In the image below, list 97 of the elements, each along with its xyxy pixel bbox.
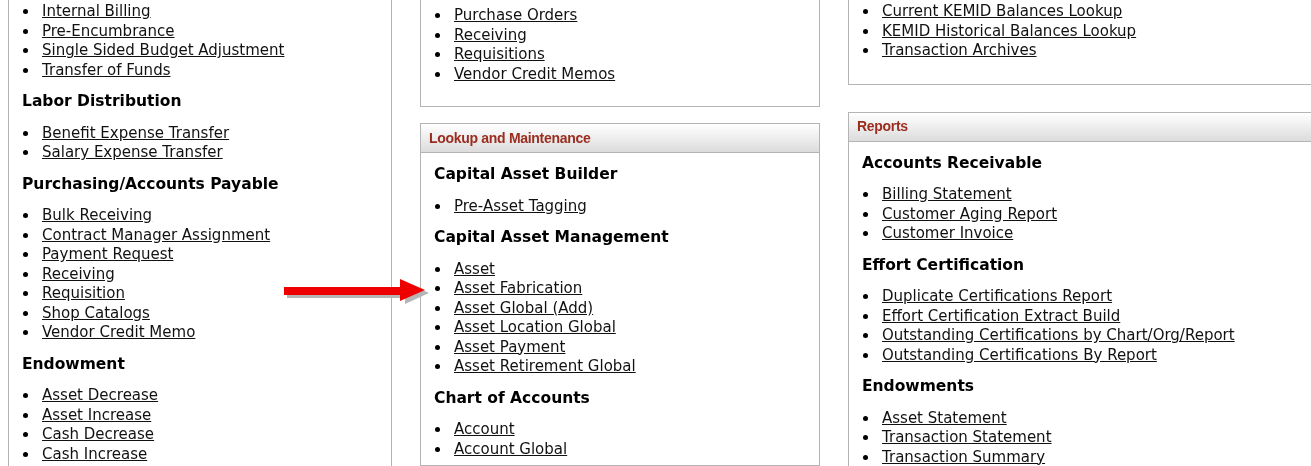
menu-link[interactable]: Current KEMID Balances Lookup	[882, 2, 1123, 22]
menu-link[interactable]: Billing Statement	[882, 185, 1012, 205]
bullet-icon	[23, 252, 28, 258]
menu-link[interactable]: Outstanding Certifications by Chart/Org/Report	[882, 326, 1235, 346]
bullet-icon	[435, 52, 440, 58]
section-heading: Effort Certification	[862, 255, 1025, 275]
menu-link[interactable]: Requisitions	[454, 45, 545, 65]
bullet-icon	[23, 393, 28, 399]
menu-link[interactable]: Asset Decrease	[42, 386, 159, 406]
menu-link[interactable]: Payment Request	[42, 245, 174, 265]
menu-link[interactable]: Duplicate Certifications Report	[882, 287, 1113, 307]
menu-link[interactable]: Salary Expense Transfer	[42, 143, 223, 163]
bullet-icon	[23, 48, 28, 54]
section-heading: Endowment	[22, 354, 125, 374]
menu-link[interactable]: Internal Billing	[42, 2, 151, 22]
menu-link[interactable]: Vendor Credit Memo	[42, 323, 196, 343]
bullet-icon	[863, 231, 868, 237]
bullet-icon	[23, 130, 28, 136]
menu-link[interactable]: Asset Payment	[454, 337, 566, 357]
bullet-icon	[863, 313, 868, 319]
menu-link[interactable]: Bulk Receiving	[42, 206, 153, 226]
menu-link[interactable]: Asset Global (Add)	[454, 298, 594, 318]
menu-link[interactable]: Asset Increase	[42, 405, 152, 425]
bullet-icon	[435, 364, 440, 370]
bullet-icon	[435, 71, 440, 77]
bullet-icon	[23, 232, 28, 238]
bullet-icon	[23, 310, 28, 316]
section-heading: Accounts Receivable	[862, 153, 1043, 173]
bullet-icon	[23, 291, 28, 297]
bullet-icon	[435, 344, 440, 350]
bullet-icon	[863, 294, 868, 300]
menu-link[interactable]: Transfer of Funds	[42, 60, 171, 80]
menu-link[interactable]: Benefit Expense Transfer	[42, 123, 230, 143]
bullet-icon	[23, 28, 28, 34]
menu-link[interactable]: Vendor Credit Memos	[454, 64, 616, 84]
menu-link[interactable]: Purchase Orders	[454, 6, 578, 26]
bullet-icon	[23, 451, 28, 457]
bullet-icon	[23, 150, 28, 156]
menu-link[interactable]: Cash Increase	[42, 444, 148, 464]
bullet-icon	[435, 446, 440, 452]
menu-link[interactable]: Asset Statement	[882, 408, 1007, 428]
menu-link[interactable]: Account	[454, 420, 515, 440]
bullet-icon	[435, 13, 440, 19]
bullet-icon	[863, 454, 868, 460]
bullet-icon	[863, 48, 868, 54]
bullet-icon	[435, 427, 440, 433]
bullet-icon	[23, 271, 28, 277]
menu-link[interactable]: Shop Catalogs	[42, 303, 150, 323]
bullet-icon	[863, 435, 868, 441]
menu-link[interactable]: Asset Fabrication	[454, 279, 583, 299]
bullet-icon	[435, 266, 440, 272]
bullet-icon	[863, 28, 868, 34]
bullet-icon	[863, 352, 868, 358]
bullet-icon	[23, 67, 28, 73]
menu-link[interactable]: Customer Invoice	[882, 224, 1014, 244]
bullet-icon	[435, 305, 440, 311]
bullet-icon	[23, 9, 28, 15]
menu-link[interactable]: Cash Decrease	[42, 425, 155, 445]
bullet-icon	[863, 415, 868, 421]
menu-link[interactable]: Outstanding Certifications By Report	[882, 345, 1157, 365]
panel-title: Lookup and Maintenance	[429, 128, 591, 148]
menu-link[interactable]: Transaction Archives	[882, 41, 1037, 61]
bullet-icon	[863, 9, 868, 15]
menu-link[interactable]: Asset Retirement Global	[454, 357, 636, 377]
menu-link[interactable]: Single Sided Budget Adjustment	[42, 41, 285, 61]
bullet-icon	[435, 325, 440, 331]
bullet-icon	[435, 32, 440, 38]
menu-link[interactable]: Effort Certification Extract Build	[882, 306, 1121, 326]
menu-link[interactable]: Pre-Asset Tagging	[454, 196, 587, 216]
bullet-icon	[23, 330, 28, 336]
section-heading: Capital Asset Builder	[434, 165, 618, 185]
menu-link[interactable]: Transaction Summary	[882, 447, 1046, 466]
bullet-icon	[435, 286, 440, 292]
bullet-icon	[23, 213, 28, 219]
bullet-icon	[23, 432, 28, 438]
bullet-icon	[23, 412, 28, 418]
bullet-icon	[435, 203, 440, 209]
menu-link[interactable]: Transaction Statement	[882, 428, 1052, 448]
menu-link[interactable]: Requisition	[42, 284, 125, 304]
bullet-icon	[863, 211, 868, 217]
section-heading: Labor Distribution	[22, 92, 182, 112]
menu-link[interactable]: Receiving	[454, 25, 527, 45]
section-heading: Chart of Accounts	[434, 388, 590, 408]
menu-link[interactable]: Account Global	[454, 439, 568, 459]
menu-link[interactable]: Customer Aging Report	[882, 204, 1058, 224]
section-heading: Capital Asset Management	[434, 228, 669, 248]
menu-link[interactable]: Asset Location Global	[454, 318, 616, 338]
menu-link[interactable]: Pre-Encumbrance	[42, 21, 175, 41]
section-heading: Endowments	[862, 377, 975, 397]
menu-link[interactable]: Asset	[454, 259, 495, 279]
section-heading: Purchasing/Accounts Payable	[22, 174, 279, 194]
menu-link[interactable]: Contract Manager Assignment	[42, 225, 271, 245]
panel-title: Reports	[857, 117, 908, 136]
bullet-icon	[863, 192, 868, 198]
menu-link[interactable]: Receiving	[42, 264, 115, 284]
menu-link[interactable]: KEMID Historical Balances Lookup	[882, 21, 1137, 41]
bullet-icon	[863, 333, 868, 339]
